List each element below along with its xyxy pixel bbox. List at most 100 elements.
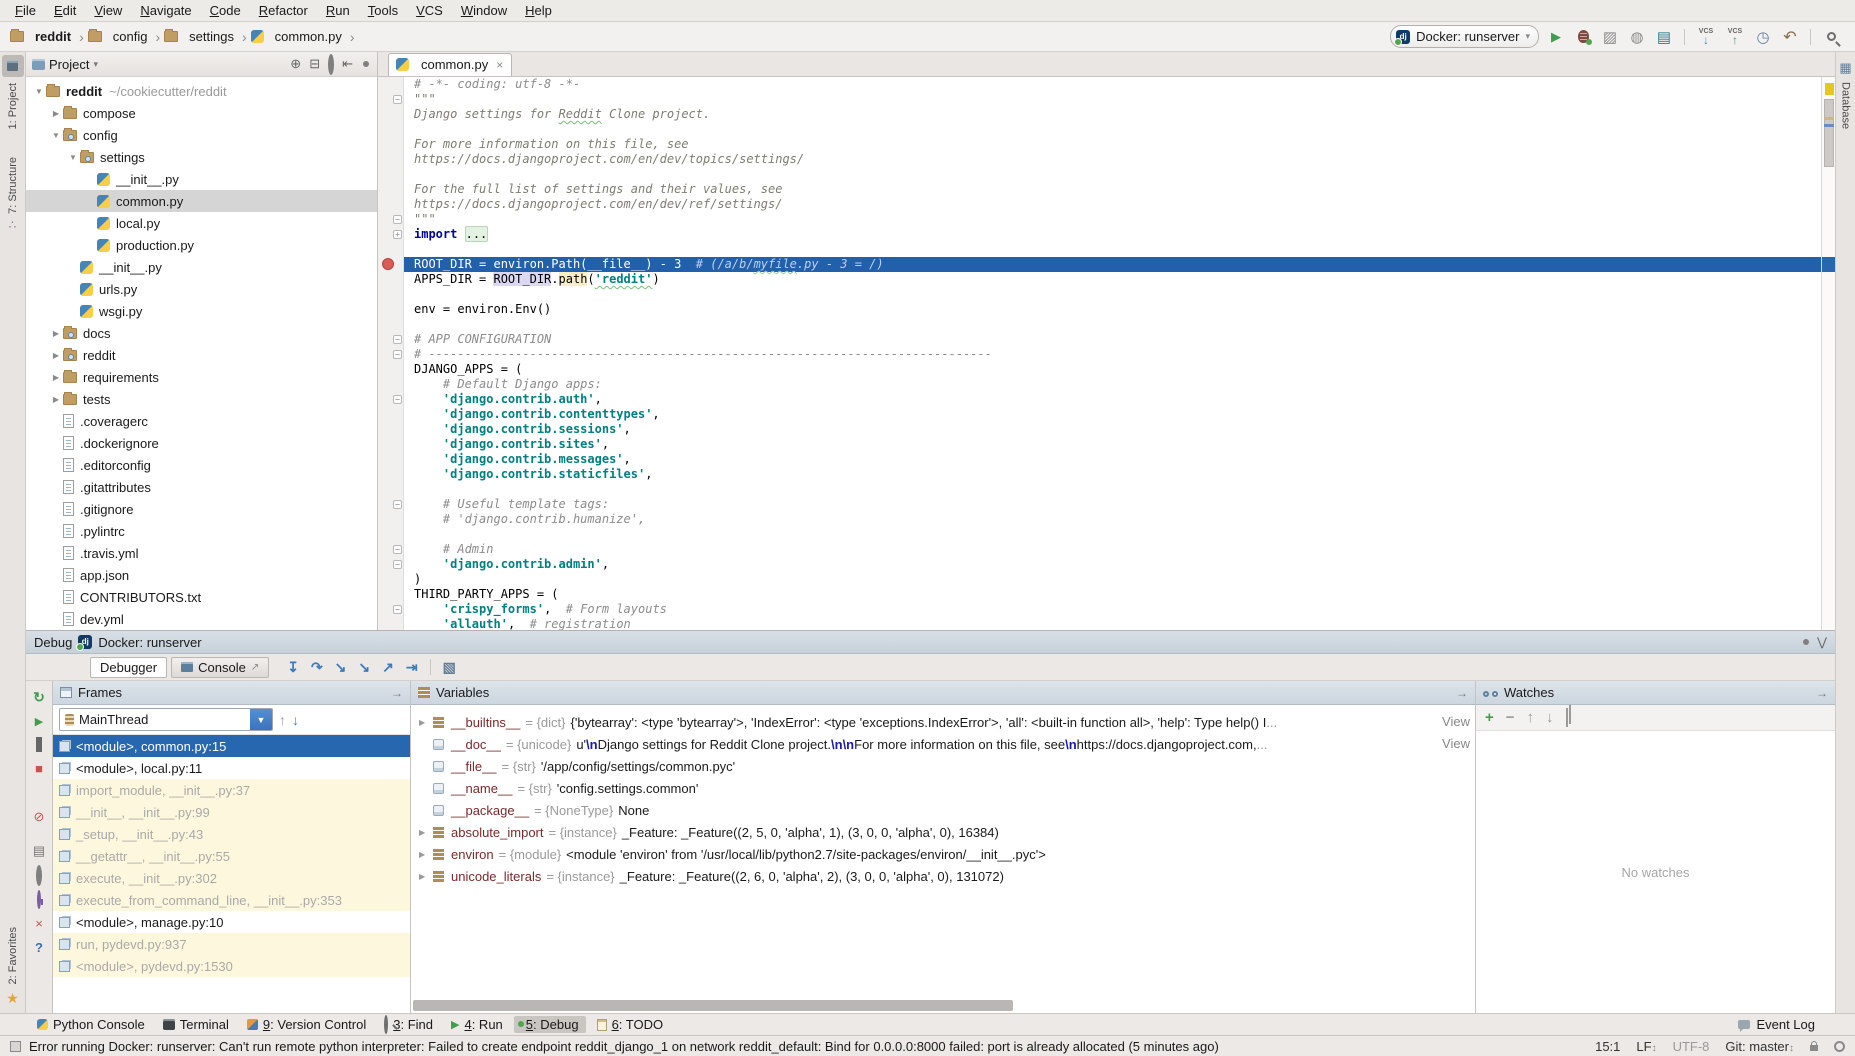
tree-item[interactable]: tests (26, 388, 377, 410)
frame-row[interactable]: _setup, __init__.py:43 (53, 823, 410, 845)
fold-marker-icon[interactable]: − (393, 605, 402, 614)
editor-gutter[interactable] (378, 317, 404, 332)
menu-item[interactable]: VCS (407, 0, 452, 21)
tree-item[interactable]: app.json (26, 564, 377, 586)
tree-item[interactable]: production.py (26, 234, 377, 256)
tool-window-button[interactable]: ▶ 4: Run (444, 1016, 510, 1033)
status-error-message[interactable]: Error running Docker: runserver: Can't r… (29, 1039, 1219, 1054)
fold-marker-icon[interactable]: − (393, 95, 402, 104)
project-panel-title[interactable]: Project (49, 57, 89, 72)
copy-icon[interactable] (1566, 709, 1568, 726)
expand-icon[interactable] (419, 850, 433, 859)
menu-item[interactable]: Help (516, 0, 561, 21)
editor-gutter[interactable] (378, 257, 404, 272)
hide-panel-icon[interactable]: ⋁ (1817, 635, 1827, 649)
step-into-icon[interactable]: ↘ (335, 659, 347, 676)
horizontal-scrollbar-thumb[interactable] (413, 1000, 1013, 1011)
expand-icon[interactable] (419, 872, 433, 881)
frame-row[interactable]: __init__, __init__.py:99 (53, 801, 410, 823)
tool-window-button[interactable]: Python Console (30, 1016, 152, 1033)
editor-body[interactable]: # -*- coding: utf-8 -*- − """ Django set… (378, 77, 1835, 630)
tree-item[interactable]: .gitignore (26, 498, 377, 520)
encoding-select[interactable]: UTF-8 (1673, 1039, 1710, 1054)
collapse-all-icon[interactable]: ⊟ (309, 56, 320, 72)
frame-row[interactable]: <module>, pydevd.py:1530 (53, 955, 410, 977)
frame-row[interactable]: <module>, common.py:15 (53, 735, 410, 757)
thread-select[interactable]: MainThread ▼ (59, 708, 273, 731)
tree-item[interactable]: requirements (26, 366, 377, 388)
hide-icon[interactable]: ⇤ (342, 56, 353, 72)
menu-item[interactable]: Navigate (131, 0, 200, 21)
tab-console[interactable]: Console ↗ (171, 657, 269, 678)
event-log-button[interactable]: Event Log (1756, 1017, 1815, 1032)
mute-breakpoints-icon[interactable]: ⊘ (34, 809, 45, 825)
expand-icon[interactable] (419, 828, 433, 837)
variable-row[interactable]: __package__ = {NoneType} None (411, 799, 1475, 821)
fold-marker-icon[interactable]: − (393, 215, 402, 224)
tool-window-button[interactable]: Terminal (156, 1016, 236, 1033)
variable-row[interactable]: environ = {module} <module 'environ' fro… (411, 843, 1475, 865)
menu-item[interactable]: Code (201, 0, 250, 21)
tree-item[interactable]: .gitattributes (26, 476, 377, 498)
editor-gutter[interactable] (378, 467, 404, 482)
editor-tab[interactable]: common.py × (388, 53, 512, 76)
rerun-icon[interactable]: ↻ (33, 689, 45, 706)
editor-gutter[interactable]: − (378, 497, 404, 512)
variable-row[interactable]: absolute_import = {instance} _Feature: _… (411, 821, 1475, 843)
tree-item[interactable]: wsgi.py (26, 300, 377, 322)
stop-icon[interactable]: ■ (35, 761, 43, 776)
add-watch-icon[interactable]: + (1485, 709, 1494, 726)
hide-icon[interactable]: → (391, 686, 403, 700)
help-icon[interactable]: ? (35, 940, 43, 955)
frame-row[interactable]: execute_from_command_line, __init__.py:3… (53, 889, 410, 911)
variable-row[interactable]: __file__ = {str} '/app/config/settings/c… (411, 755, 1475, 777)
restore-layout-icon[interactable]: ▤ (33, 843, 45, 859)
editor-gutter[interactable]: − (378, 347, 404, 362)
move-down-icon[interactable]: ↓ (1546, 709, 1554, 726)
editor-gutter[interactable] (378, 152, 404, 167)
tree-item[interactable]: CONTRIBUTORS.txt (26, 586, 377, 608)
breakpoint-icon[interactable] (382, 258, 394, 270)
caret-position[interactable]: 15:1 (1595, 1039, 1620, 1054)
tree-item[interactable]: __init__.py (26, 256, 377, 278)
resume-icon[interactable]: ▶ (35, 715, 43, 728)
frame-row[interactable]: <module>, local.py:11 (53, 757, 410, 779)
next-frame-icon[interactable]: ↓ (292, 712, 299, 728)
editor-gutter[interactable] (378, 587, 404, 602)
expand-icon[interactable] (419, 718, 433, 727)
fold-marker-icon[interactable]: − (393, 560, 402, 569)
menu-item[interactable]: Run (317, 0, 359, 21)
fold-marker-icon[interactable]: + (393, 230, 402, 239)
sidebar-tab-structure[interactable]: 7: Structure (7, 157, 19, 214)
pin-icon[interactable] (37, 892, 41, 907)
tool-window-button[interactable]: 9: Version Control (240, 1016, 373, 1033)
locate-icon[interactable]: ⊕ (290, 56, 301, 72)
tree-item[interactable]: dev.yml (26, 608, 377, 630)
editor-gutter[interactable]: − (378, 602, 404, 617)
fold-marker-icon[interactable]: − (393, 335, 402, 344)
project-tool-button[interactable] (2, 55, 24, 77)
tree-item[interactable]: urls.py (26, 278, 377, 300)
separator[interactable] (1810, 29, 1811, 45)
menu-item[interactable]: View (85, 0, 131, 21)
pause-icon[interactable] (36, 737, 42, 752)
vcs-commit-icon[interactable]: VCS ↑ (1724, 27, 1746, 47)
run-icon[interactable]: ▶ (1546, 27, 1566, 47)
editor-gutter[interactable] (378, 122, 404, 137)
sidebar-tab-database[interactable]: Database (1840, 82, 1852, 129)
chevron-down-icon[interactable]: ▾ (93, 59, 98, 70)
remove-watch-icon[interactable]: − (1506, 709, 1515, 726)
variable-row[interactable]: unicode_literals = {instance} _Feature: … (411, 865, 1475, 887)
variable-row[interactable]: __builtins__ = {dict} {'bytearray': <typ… (411, 711, 1475, 733)
editor-gutter[interactable] (378, 272, 404, 287)
frame-row[interactable]: <module>, manage.py:10 (53, 911, 410, 933)
editor-gutter[interactable] (378, 527, 404, 542)
profiler-icon[interactable]: ◍ (1627, 27, 1647, 47)
debug-icon[interactable] (1573, 27, 1593, 47)
editor-gutter[interactable]: − (378, 542, 404, 557)
settings-gear-icon[interactable] (363, 61, 369, 67)
menu-item[interactable]: Refactor (250, 0, 317, 21)
step-over-icon[interactable]: ↷ (311, 659, 323, 676)
tree-item[interactable]: .pylintrc (26, 520, 377, 542)
sidebar-tab-favorites[interactable]: 2: Favorites (7, 927, 19, 984)
